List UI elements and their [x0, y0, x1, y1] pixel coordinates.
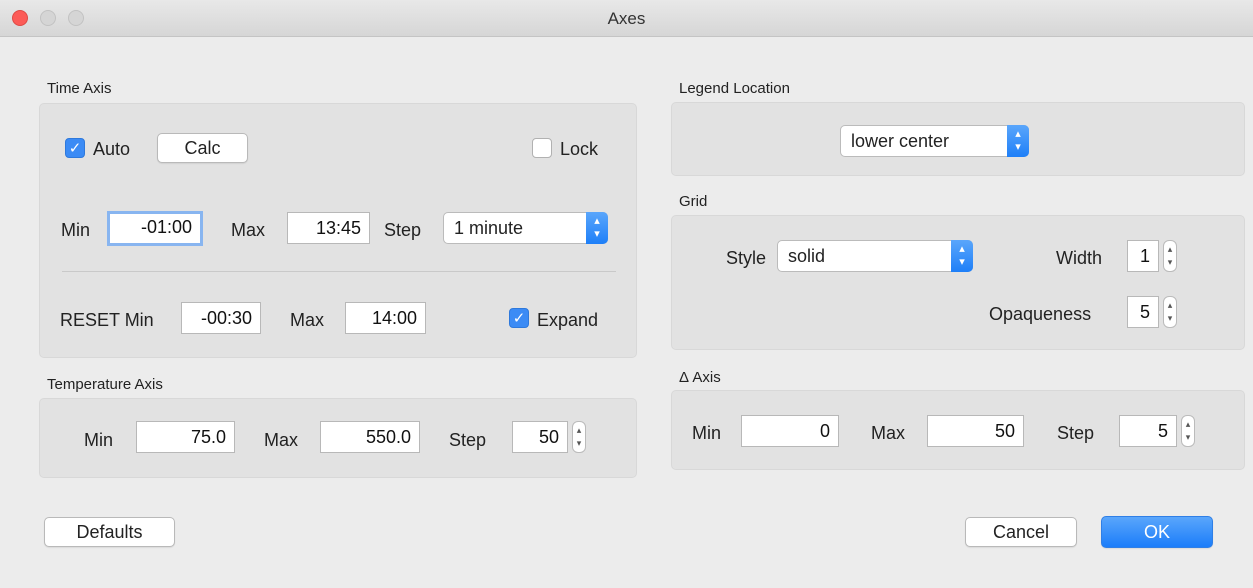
- grid-width-label: Width: [1056, 248, 1103, 268]
- temp-min-field[interactable]: 75.0: [136, 421, 235, 453]
- reset-max-field[interactable]: 14:00: [345, 302, 426, 334]
- grid-panel: Style solid ▴ ▾ Width 1 ▴ ▾ Opaqueness 5 ▴…: [671, 215, 1245, 350]
- expand-label: Expand: [537, 310, 599, 330]
- expand-checkbox[interactable]: ✓: [509, 308, 529, 328]
- legend-location-panel: lower center ▴ ▾: [671, 102, 1245, 176]
- time-min-field[interactable]: -01:00: [107, 211, 203, 246]
- legend-location-section-label: Legend Location: [679, 80, 790, 97]
- select-arrows-icon: ▴ ▾: [951, 240, 973, 272]
- time-step-select[interactable]: 1 minute ▴ ▾: [443, 212, 608, 244]
- grid-style-value: solid: [788, 246, 826, 266]
- time-min-label: Min: [61, 220, 91, 240]
- grid-style-select[interactable]: solid ▴ ▾: [777, 240, 973, 272]
- reset-min-field[interactable]: -00:30: [181, 302, 261, 334]
- temp-max-label: Max: [264, 430, 299, 450]
- time-max-label: Max: [231, 220, 266, 240]
- delta-axis-section-label: Δ Axis: [679, 369, 721, 386]
- reset-min-label: RESET Min: [60, 310, 154, 330]
- defaults-button[interactable]: Defaults: [44, 517, 175, 547]
- grid-section-label: Grid: [679, 193, 708, 210]
- temperature-axis-panel: Min 75.0 Max 550.0 Step 50 ▴ ▾: [39, 398, 637, 478]
- select-arrows-icon: ▴ ▾: [1007, 125, 1029, 157]
- temp-step-field[interactable]: 50: [512, 421, 568, 453]
- cancel-button[interactable]: Cancel: [965, 517, 1077, 547]
- delta-axis-panel: Min 0 Max 50 Step 5 ▴ ▾: [671, 390, 1245, 470]
- lock-checkbox[interactable]: [532, 138, 552, 158]
- delta-step-label: Step: [1057, 423, 1095, 443]
- delta-min-field[interactable]: 0: [741, 415, 839, 447]
- window-title: Axes: [607, 9, 646, 28]
- time-step-label: Step: [384, 220, 422, 240]
- delta-min-label: Min: [692, 423, 722, 443]
- delta-step-field[interactable]: 5: [1119, 415, 1177, 447]
- legend-location-value: lower center: [851, 131, 950, 151]
- grid-opaqueness-stepper[interactable]: ▴ ▾: [1163, 296, 1177, 328]
- delta-max-label: Max: [871, 423, 906, 443]
- temp-max-field[interactable]: 550.0: [320, 421, 420, 453]
- checkmark-icon: ✓: [512, 310, 526, 327]
- delta-max-field[interactable]: 50: [927, 415, 1024, 447]
- calc-button[interactable]: Calc: [157, 133, 248, 163]
- auto-label: Auto: [93, 139, 131, 159]
- temp-step-label: Step: [449, 430, 487, 450]
- time-step-value: 1 minute: [454, 218, 524, 238]
- grid-width-field[interactable]: 1: [1127, 240, 1159, 272]
- legend-location-select[interactable]: lower center ▴ ▾: [840, 125, 1029, 157]
- grid-opaqueness-field[interactable]: 5: [1127, 296, 1159, 328]
- title-bar: Axes: [0, 0, 1253, 37]
- lock-label: Lock: [560, 139, 599, 159]
- select-arrows-icon: ▴ ▾: [586, 212, 608, 244]
- delta-step-stepper[interactable]: ▴ ▾: [1181, 415, 1195, 447]
- divider: [62, 271, 616, 272]
- time-axis-panel: ✓ Auto Calc Lock Min -01:00 Max 13:45 St…: [39, 103, 637, 358]
- auto-checkbox[interactable]: ✓: [65, 138, 85, 158]
- temperature-axis-section-label: Temperature Axis: [47, 376, 163, 393]
- time-max-field[interactable]: 13:45: [287, 212, 370, 244]
- grid-width-stepper[interactable]: ▴ ▾: [1163, 240, 1177, 272]
- ok-button[interactable]: OK: [1101, 516, 1213, 548]
- checkmark-icon: ✓: [68, 140, 82, 157]
- grid-opaqueness-label: Opaqueness: [989, 304, 1092, 324]
- temp-min-label: Min: [84, 430, 114, 450]
- time-axis-section-label: Time Axis: [47, 80, 112, 97]
- temp-step-stepper[interactable]: ▴ ▾: [572, 421, 586, 453]
- grid-style-label: Style: [726, 248, 767, 268]
- reset-max-label: Max: [290, 310, 325, 330]
